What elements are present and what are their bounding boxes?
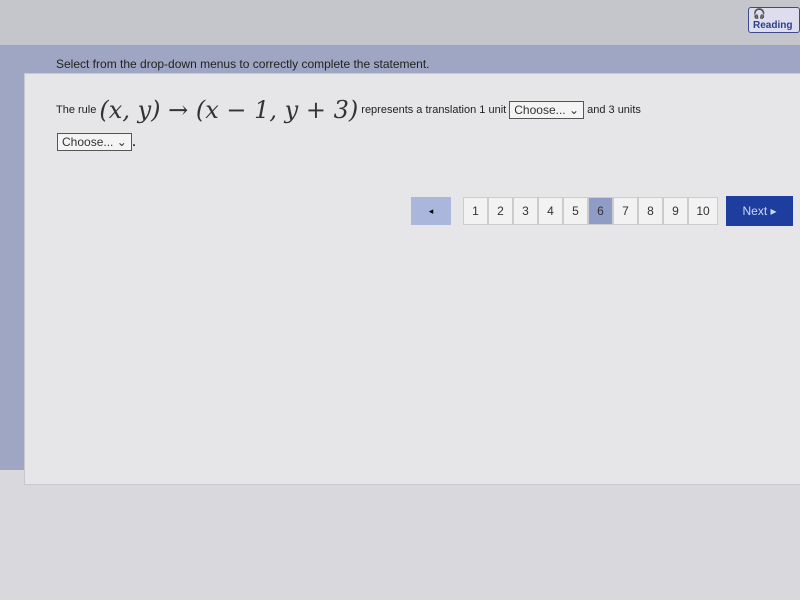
- next-button[interactable]: Next ▸: [726, 196, 793, 226]
- question-card: [24, 73, 800, 485]
- page-6[interactable]: 6: [588, 197, 613, 225]
- direction-dropdown-1[interactable]: Choose... ⌄: [509, 101, 585, 119]
- pagination: ◂ 1 2 3 4 5 6 7 8 9 10 Next ▸: [411, 196, 793, 226]
- page-2[interactable]: 2: [488, 197, 513, 225]
- direction-dropdown-2[interactable]: Choose... ⌄: [57, 133, 132, 151]
- page-5[interactable]: 5: [563, 197, 588, 225]
- reading-button[interactable]: 🎧 Reading: [748, 7, 800, 33]
- chevron-down-icon: ⌄: [116, 135, 127, 149]
- page-4[interactable]: 4: [538, 197, 563, 225]
- page-8[interactable]: 8: [638, 197, 663, 225]
- page-10[interactable]: 10: [688, 197, 718, 225]
- headphones-icon: 🎧: [753, 9, 766, 20]
- top-bar: [0, 0, 800, 45]
- rule-math: (x, y) → (x − 1, y + 3): [99, 96, 359, 124]
- page-1[interactable]: 1: [463, 197, 488, 225]
- page-9[interactable]: 9: [663, 197, 688, 225]
- page-7[interactable]: 7: [613, 197, 638, 225]
- instruction: Select from the drop-down menus to corre…: [56, 57, 430, 71]
- page-3[interactable]: 3: [513, 197, 538, 225]
- chevron-down-icon: ⌄: [568, 103, 580, 117]
- dropdown2-wrap: Choose... ⌄.: [57, 133, 136, 151]
- prev-button[interactable]: ◂: [411, 197, 451, 225]
- rule-statement: The rule (x, y) → (x − 1, y + 3) represe…: [56, 96, 641, 124]
